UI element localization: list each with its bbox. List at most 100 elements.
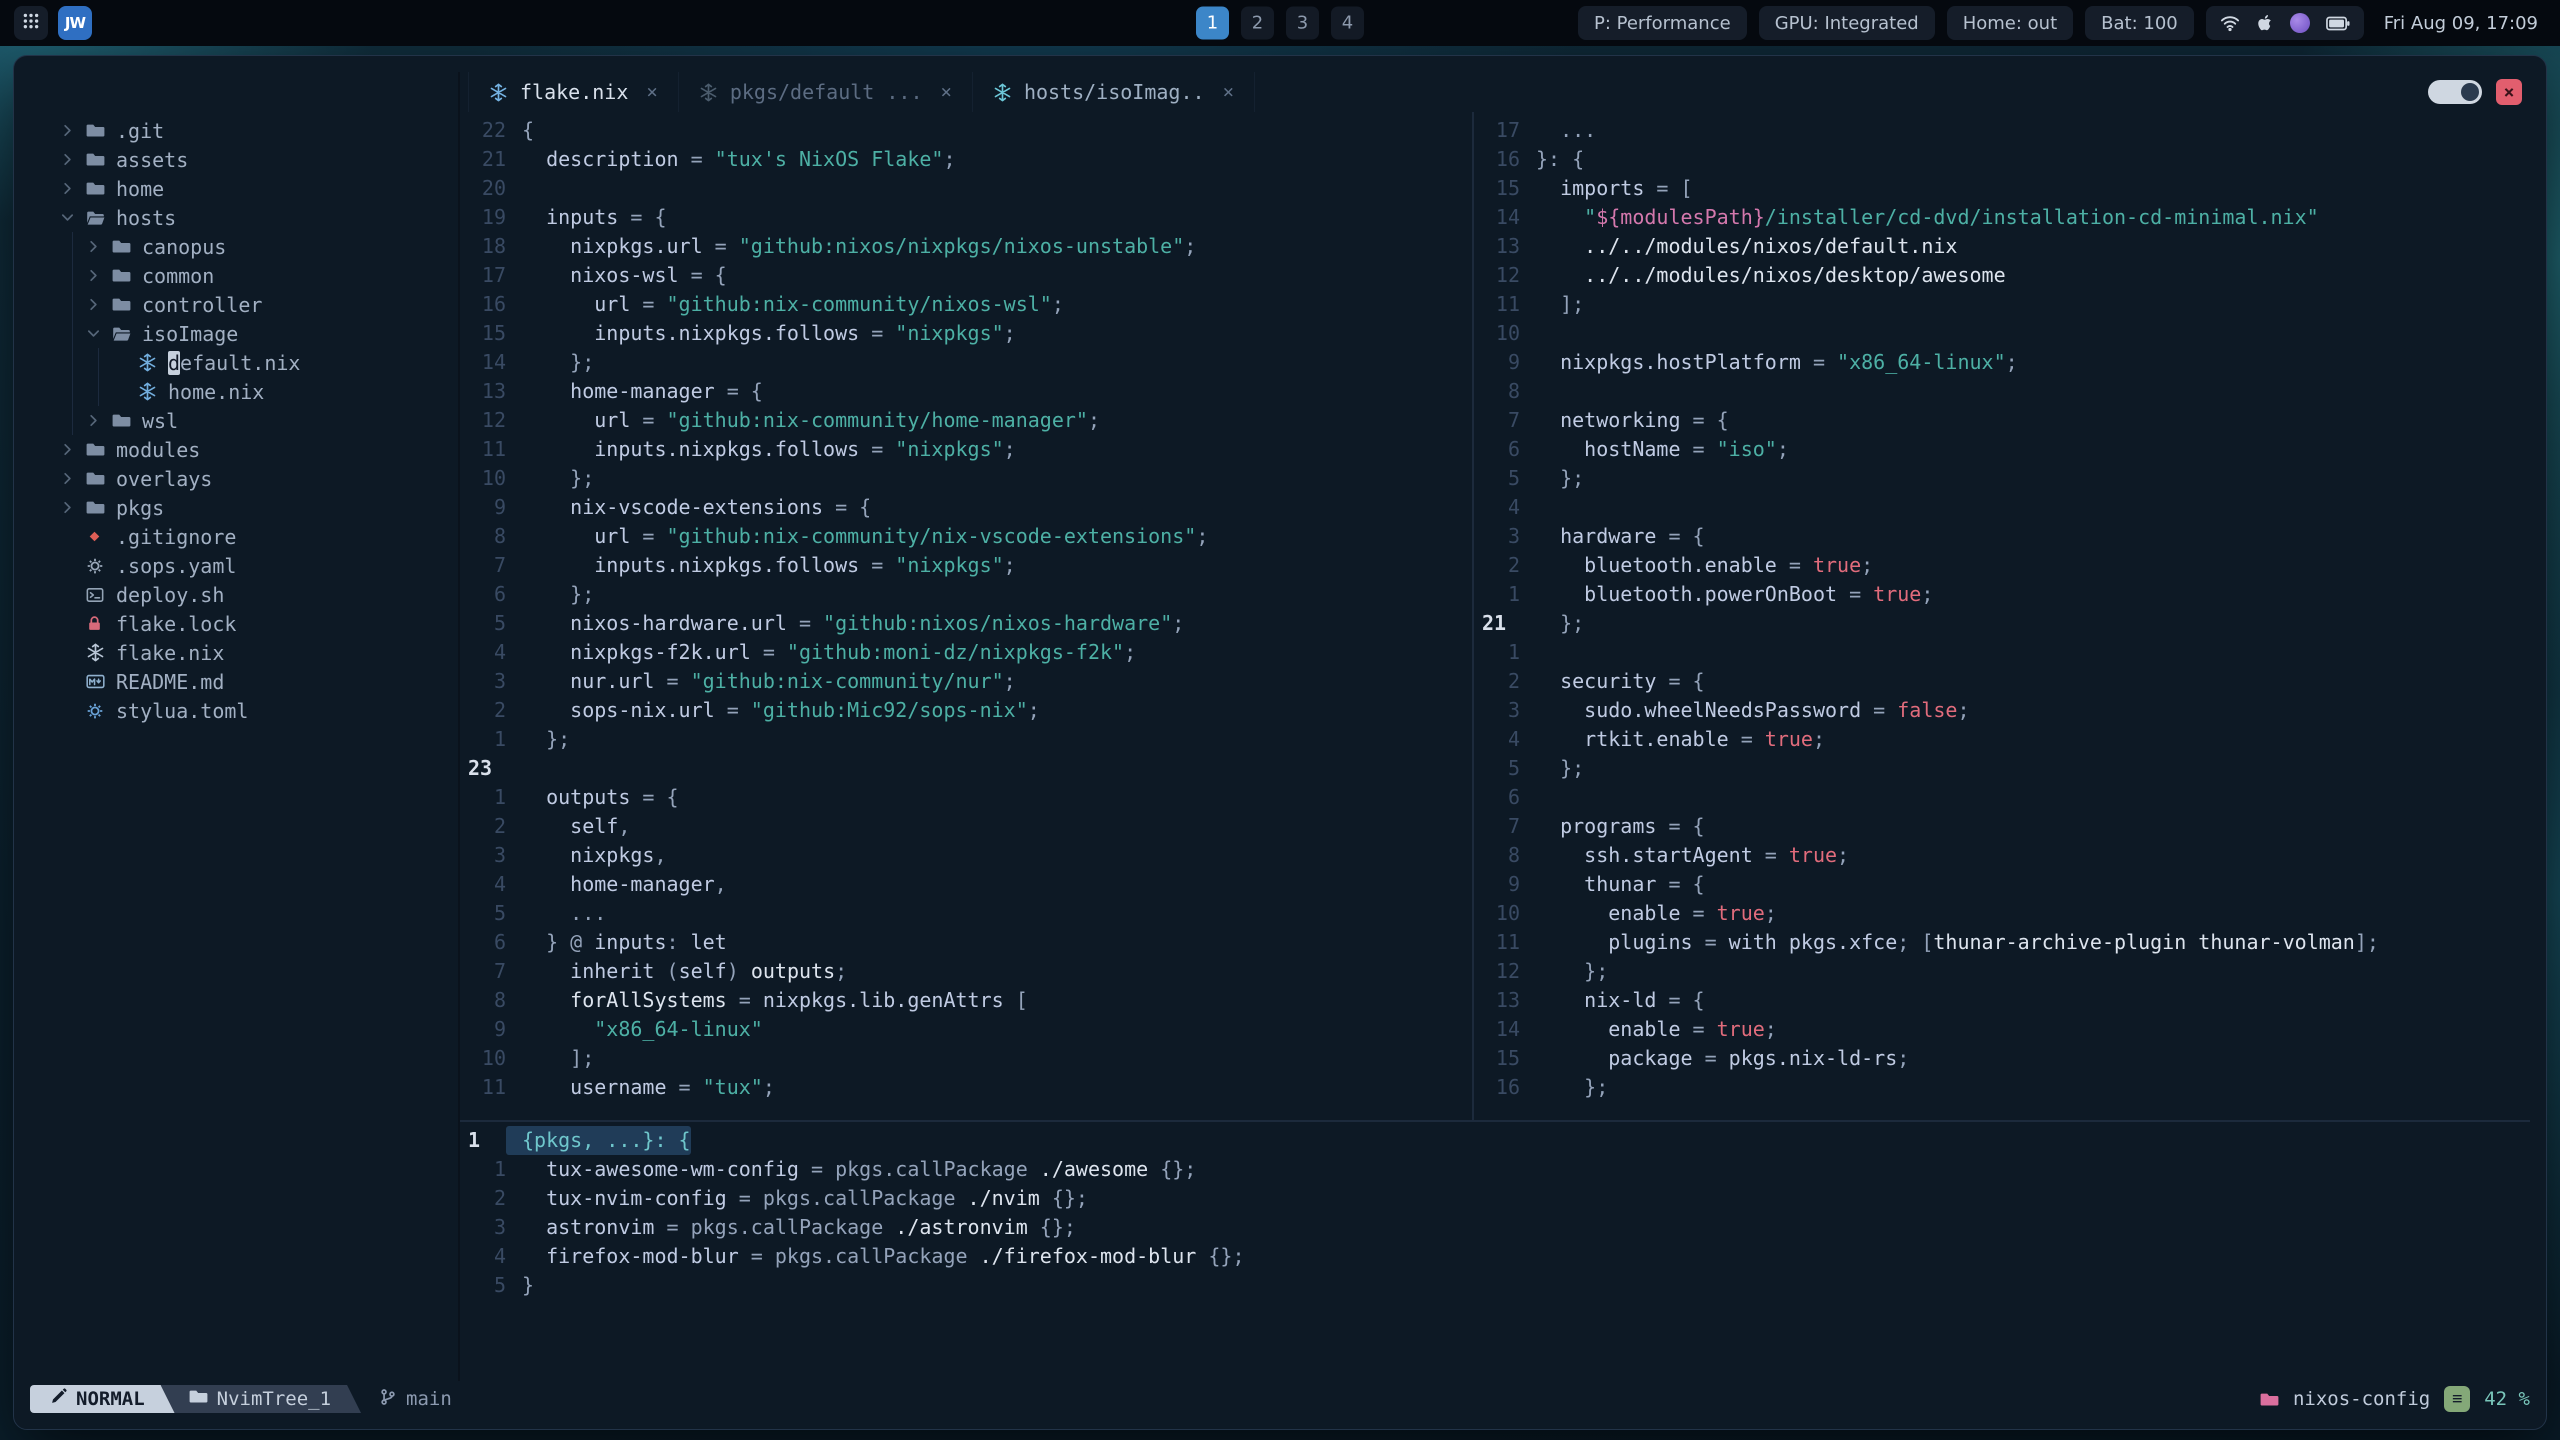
chevron-right-icon[interactable] xyxy=(60,181,86,196)
workspace-button-1[interactable]: 1 xyxy=(1196,6,1229,40)
workspace-button-2[interactable]: 2 xyxy=(1241,6,1274,40)
chevron-right-icon[interactable] xyxy=(86,239,112,254)
tree-item-overlays[interactable]: overlays xyxy=(48,464,458,493)
code-line[interactable]: 1 outputs = { xyxy=(460,783,1472,812)
code-line[interactable]: 6 } @ inputs: let xyxy=(460,928,1472,957)
code-line[interactable]: 2 self, xyxy=(460,812,1472,841)
code-line[interactable]: 8 url = "github:nix-community/nix-vscode… xyxy=(460,522,1472,551)
code-line[interactable]: 10 ]; xyxy=(460,1044,1472,1073)
code-line[interactable]: 8 xyxy=(1474,377,2530,406)
editor-isoimage-default-nix[interactable]: 17 ... 16}: {15 imports = [14 "${modulesP… xyxy=(1474,112,2530,1120)
code-line[interactable]: 5} xyxy=(460,1271,2530,1300)
tree-item-wsl[interactable]: wsl xyxy=(48,406,458,435)
tab-hosts-isoimag-[interactable]: hosts/isoImag.. × xyxy=(973,72,1256,112)
workspace-button-3[interactable]: 3 xyxy=(1286,6,1319,40)
code-line[interactable]: 13 ../../modules/nixos/default.nix xyxy=(1474,232,2530,261)
code-line[interactable]: 15 imports = [ xyxy=(1474,174,2530,203)
status-pill-0[interactable]: P: Performance xyxy=(1577,6,1747,40)
code-line[interactable]: 19 inputs = { xyxy=(460,203,1472,232)
code-line[interactable]: 4 nixpkgs-f2k.url = "github:moni-dz/nixp… xyxy=(460,638,1472,667)
code-line[interactable]: 17 nixos-wsl = { xyxy=(460,261,1472,290)
code-line[interactable]: 7 inherit (self) outputs; xyxy=(460,957,1472,986)
code-line[interactable]: 2 security = { xyxy=(1474,667,2530,696)
code-line[interactable]: 3 nixpkgs, xyxy=(460,841,1472,870)
code-line[interactable]: 7 inputs.nixpkgs.follows = "nixpkgs"; xyxy=(460,551,1472,580)
toggle-switch[interactable] xyxy=(2428,80,2482,104)
code-line[interactable]: 8 forAllSystems = nixpkgs.lib.genAttrs [ xyxy=(460,986,1472,1015)
launcher-button[interactable] xyxy=(14,6,48,40)
code-line[interactable]: 13 nix-ld = { xyxy=(1474,986,2530,1015)
tab-close-button[interactable]: × xyxy=(1223,81,1234,103)
tab-flake-nix[interactable]: flake.nix × xyxy=(468,72,679,112)
code-line[interactable]: 2 sops-nix.url = "github:Mic92/sops-nix"… xyxy=(460,696,1472,725)
code-line[interactable]: 12 ../../modules/nixos/desktop/awesome xyxy=(1474,261,2530,290)
code-line[interactable]: 16 url = "github:nix-community/nixos-wsl… xyxy=(460,290,1472,319)
code-line[interactable]: 3 hardware = { xyxy=(1474,522,2530,551)
workspace-button-4[interactable]: 4 xyxy=(1331,6,1364,40)
code-line[interactable]: 11 ]; xyxy=(1474,290,2530,319)
chevron-right-icon[interactable] xyxy=(60,500,86,515)
tree-item-.sops.yaml[interactable]: .sops.yaml xyxy=(48,551,458,580)
code-line[interactable]: 3 sudo.wheelNeedsPassword = false; xyxy=(1474,696,2530,725)
code-line[interactable]: 9 nixpkgs.hostPlatform = "x86_64-linux"; xyxy=(1474,348,2530,377)
chevron-down-icon[interactable] xyxy=(60,210,86,225)
code-line[interactable]: 11 plugins = with pkgs.xfce; [thunar-arc… xyxy=(1474,928,2530,957)
code-line[interactable]: 17 ... xyxy=(1474,116,2530,145)
code-line[interactable]: 11 inputs.nixpkgs.follows = "nixpkgs"; xyxy=(460,435,1472,464)
code-line[interactable]: 10 xyxy=(1474,319,2530,348)
chevron-right-icon[interactable] xyxy=(60,123,86,138)
tree-item-flake.nix[interactable]: flake.nix xyxy=(48,638,458,667)
tree-item-home[interactable]: home xyxy=(48,174,458,203)
code-line[interactable]: 22 { xyxy=(460,116,1472,145)
code-line[interactable]: 9 thunar = { xyxy=(1474,870,2530,899)
tree-item-.git[interactable]: .git xyxy=(48,116,458,145)
tree-item-readme.md[interactable]: README.md xyxy=(48,667,458,696)
code-line[interactable]: 15 inputs.nixpkgs.follows = "nixpkgs"; xyxy=(460,319,1472,348)
chevron-down-icon[interactable] xyxy=(86,326,112,341)
chevron-right-icon[interactable] xyxy=(86,268,112,283)
code-line[interactable]: 6 hostName = "iso"; xyxy=(1474,435,2530,464)
editor-pkgs-default-nix[interactable]: 1 {pkgs, ...}: {1 tux-awesome-wm-config =… xyxy=(460,1122,2530,1381)
tree-item-isoimage[interactable]: isoImage xyxy=(48,319,458,348)
code-line[interactable]: 1 tux-awesome-wm-config = pkgs.callPacka… xyxy=(460,1155,2530,1184)
code-line[interactable]: 3 nur.url = "github:nix-community/nur"; xyxy=(460,667,1472,696)
code-line[interactable]: 23 xyxy=(460,754,1472,783)
tree-item-hosts[interactable]: hosts xyxy=(48,203,458,232)
code-line[interactable]: 4 xyxy=(1474,493,2530,522)
code-line[interactable]: 14 "${modulesPath}/installer/cd-dvd/inst… xyxy=(1474,203,2530,232)
tab-close-button[interactable]: × xyxy=(940,81,951,103)
code-line[interactable]: 6 }; xyxy=(460,580,1472,609)
code-line[interactable]: 14 }; xyxy=(460,348,1472,377)
code-line[interactable]: 4 firefox-mod-blur = pkgs.callPackage ./… xyxy=(460,1242,2530,1271)
code-line[interactable]: 14 enable = true; xyxy=(1474,1015,2530,1044)
code-line[interactable]: 7 networking = { xyxy=(1474,406,2530,435)
tree-item-deploy.sh[interactable]: deploy.sh xyxy=(48,580,458,609)
code-line[interactable]: 4 home-manager, xyxy=(460,870,1472,899)
tree-item-canopus[interactable]: canopus xyxy=(48,232,458,261)
code-line[interactable]: 1 xyxy=(1474,638,2530,667)
code-line[interactable]: 11 username = "tux"; xyxy=(460,1073,1472,1102)
chevron-right-icon[interactable] xyxy=(60,152,86,167)
tree-item-stylua.toml[interactable]: stylua.toml xyxy=(48,696,458,725)
code-line[interactable]: 9 "x86_64-linux" xyxy=(460,1015,1472,1044)
window-close-button[interactable]: × xyxy=(2496,79,2522,105)
status-pill-1[interactable]: GPU: Integrated xyxy=(1758,6,1935,40)
tree-item-flake.lock[interactable]: flake.lock xyxy=(48,609,458,638)
tree-item-default.nix[interactable]: default.nix xyxy=(48,348,458,377)
code-line[interactable]: 5 }; xyxy=(1474,464,2530,493)
code-line[interactable]: 18 nixpkgs.url = "github:nixos/nixpkgs/n… xyxy=(460,232,1472,261)
status-pill-3[interactable]: Bat: 100 xyxy=(2085,6,2194,40)
code-line[interactable]: 20 xyxy=(460,174,1472,203)
tree-item-.gitignore[interactable]: .gitignore xyxy=(48,522,458,551)
code-line[interactable]: 12 url = "github:nix-community/home-mana… xyxy=(460,406,1472,435)
code-line[interactable]: 1 }; xyxy=(460,725,1472,754)
tree-item-common[interactable]: common xyxy=(48,261,458,290)
logo-badge[interactable]: JW xyxy=(58,6,92,40)
code-line[interactable]: 5 ... xyxy=(460,899,1472,928)
code-line[interactable]: 16 }; xyxy=(1474,1073,2530,1102)
code-line[interactable]: 1 bluetooth.powerOnBoot = true; xyxy=(1474,580,2530,609)
code-line[interactable]: 5 }; xyxy=(1474,754,2530,783)
chevron-right-icon[interactable] xyxy=(60,442,86,457)
code-line[interactable]: 7 programs = { xyxy=(1474,812,2530,841)
tree-item-modules[interactable]: modules xyxy=(48,435,458,464)
